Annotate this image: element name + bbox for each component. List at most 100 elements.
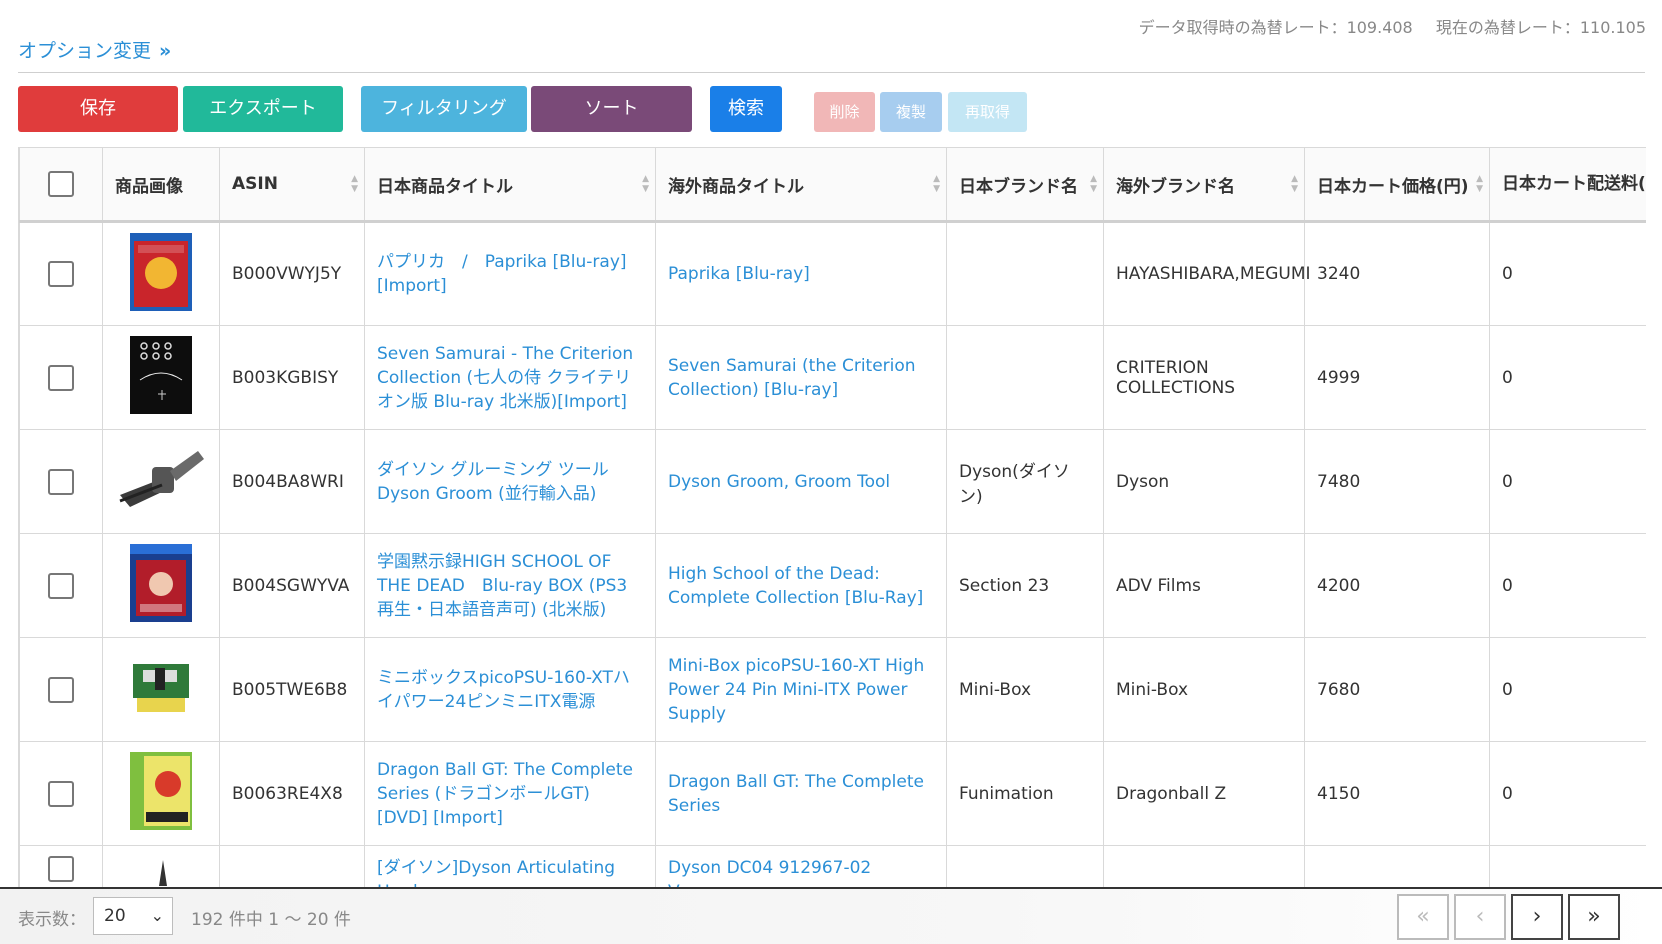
table-row: B005TWE6B8 ミニボックスpicoPSU-160-XTハイパワー24ピンミ… (19, 637, 1646, 742)
col-asin-header[interactable]: ASIN ▲ ▼ (219, 147, 365, 223)
picopsu-board-icon[interactable] (131, 658, 191, 721)
product-table-container[interactable]: 商品画像 ASIN ▲ ▼ 日本商品タイトル ▲ ▼ 海外商品タイトル ▲ ▼ 日本ブランド… (18, 147, 1646, 887)
prev-page-button[interactable]: ‹ (1454, 894, 1506, 940)
duplicate-button[interactable]: 複製 (880, 92, 942, 132)
row-select-cell (19, 741, 103, 846)
dyson-tool-icon[interactable] (141, 856, 181, 887)
product-image-cell (102, 429, 220, 534)
col-jp-price-label: 日本カート価格(円) (1317, 176, 1469, 197)
asin-cell: B005TWE6B8 (219, 637, 365, 742)
jp-brand-cell (946, 325, 1104, 430)
foreign-title-link[interactable]: Mini-Box picoPSU-160-XT High Power 24 Pi… (655, 637, 947, 742)
foreign-brand-cell: Mini-Box (1103, 637, 1305, 742)
sort-button[interactable]: ソート (531, 86, 692, 132)
result-count: 192 件中 1 〜 20 件 (191, 910, 351, 930)
table-header-row: 商品画像 ASIN ▲ ▼ 日本商品タイトル ▲ ▼ 海外商品タイトル ▲ ▼ 日本ブランド… (19, 147, 1646, 223)
row-select-cell (19, 429, 103, 534)
jp-title-link[interactable]: [ダイソン]Dyson Articulating Hard (364, 845, 656, 887)
sort-arrows-icon[interactable]: ▲ ▼ (1476, 174, 1483, 194)
sort-arrows-icon[interactable]: ▲ ▼ (1291, 174, 1298, 194)
asin-cell: B003KGBISY (219, 325, 365, 430)
sort-arrows-icon[interactable]: ▲ ▼ (933, 174, 940, 194)
row-select-cell (19, 221, 103, 326)
filter-button[interactable]: フィルタリング (361, 86, 527, 132)
refetch-button[interactable]: 再取得 (948, 92, 1027, 132)
foreign-brand-cell: ADV Films (1103, 533, 1305, 638)
col-jp-title-header[interactable]: 日本商品タイトル ▲ ▼ (364, 147, 656, 223)
dyson-groom-tool-icon[interactable] (116, 445, 206, 518)
sort-arrows-icon[interactable]: ▲ ▼ (642, 174, 649, 194)
row-checkbox[interactable] (48, 364, 74, 391)
foreign-title-link[interactable]: Seven Samurai (the Criterion Collection)… (655, 325, 947, 430)
last-page-button[interactable]: » (1568, 894, 1620, 940)
col-jp-brand-header[interactable]: 日本ブランド名 ▲ ▼ (946, 147, 1104, 223)
product-image-cell (102, 637, 220, 742)
jp-title-link[interactable]: Dragon Ball GT: The Complete Series (ドラゴ… (364, 741, 656, 846)
jp-brand-cell: Dyson(ダイソン) (946, 429, 1104, 534)
col-foreign-title-header[interactable]: 海外商品タイトル ▲ ▼ (655, 147, 947, 223)
jp-title-link[interactable]: パプリカ / Paprika [Blu-ray] [Import] (364, 221, 656, 326)
search-button[interactable]: 検索 (710, 86, 782, 132)
jp-title-link[interactable]: ミニボックスpicoPSU-160-XTハイパワー24ピンミニITX電源 (364, 637, 656, 742)
jp-title-link[interactable]: 学園黙示録HIGH SCHOOL OF THE DEAD Blu-ray BOX… (364, 533, 656, 638)
sort-arrows-icon[interactable]: ▲ ▼ (1090, 174, 1097, 194)
col-foreign-brand-label: 海外ブランド名 (1116, 176, 1235, 197)
col-jp-price-header[interactable]: 日本カート価格(円) ▲ ▼ (1304, 147, 1490, 223)
row-select-cell (19, 845, 103, 887)
row-checkbox[interactable] (48, 261, 74, 287)
product-image-cell (102, 845, 220, 887)
jp-price-cell: 4999 (1304, 325, 1490, 430)
next-page-button[interactable]: › (1511, 894, 1563, 940)
table-row: B004BA8WRI ダイソン グルーミング ツール Dyson Groom (並… (19, 429, 1646, 534)
asin-cell: B000VWYJ5Y (219, 221, 365, 326)
col-foreign-brand-header[interactable]: 海外ブランド名 ▲ ▼ (1103, 147, 1305, 223)
jp-brand-cell (946, 845, 1104, 887)
hsotd-bluray-icon[interactable] (130, 544, 192, 627)
foreign-title-link[interactable]: Dragon Ball GT: The Complete Series (655, 741, 947, 846)
table-body: B000VWYJ5Y パプリカ / Paprika [Blu-ray] [Impo… (19, 221, 1646, 887)
row-checkbox[interactable] (48, 572, 74, 599)
dragonball-gt-dvd-icon[interactable] (130, 752, 192, 835)
options-link[interactable]: オプション変更 » (18, 36, 171, 63)
foreign-title-link[interactable]: Dyson DC04 912967-02 Vacuum (655, 845, 947, 887)
foreign-title-link[interactable]: High School of the Dead: Complete Collec… (655, 533, 947, 638)
jp-title-link[interactable]: Seven Samurai - The Criterion Collection… (364, 325, 656, 430)
jp-title-link[interactable]: ダイソン グルーミング ツール Dyson Groom (並行輸入品) (364, 429, 656, 534)
jp-shipping-cell: 0 (1489, 533, 1646, 638)
jp-shipping-cell: 0 (1489, 429, 1646, 534)
foreign-brand-cell: Dragonball Z (1103, 741, 1305, 846)
col-foreign-title-label: 海外商品タイトル (668, 176, 804, 197)
options-link-label: オプション変更 (18, 40, 152, 62)
foreign-title-link[interactable]: Paprika [Blu-ray] (655, 221, 947, 326)
row-select-cell (19, 533, 103, 638)
paprika-bluray-icon[interactable] (130, 232, 192, 316)
table-row: [ダイソン]Dyson Articulating HardDyson DC04 … (19, 845, 1646, 887)
save-button[interactable]: 保存 (18, 86, 178, 132)
rate-now: 現在の為替レート：110.105 (1435, 18, 1646, 37)
delete-button[interactable]: 削除 (814, 92, 875, 132)
row-select-cell (19, 325, 103, 430)
per-page-select[interactable]: 20 ⌄ (93, 897, 173, 935)
select-all-checkbox[interactable] (48, 171, 74, 197)
header-divider (18, 72, 1645, 73)
sort-arrows-icon[interactable]: ▲ ▼ (351, 174, 358, 194)
col-asin-label: ASIN (232, 174, 278, 194)
pagination-footer: 表示数： 20 ⌄ 192 件中 1 〜 20 件 « ‹ › » (0, 887, 1662, 944)
foreign-title-link[interactable]: Dyson Groom, Groom Tool (655, 429, 947, 534)
foreign-brand-cell (1103, 845, 1305, 887)
first-page-button[interactable]: « (1397, 894, 1449, 940)
foreign-brand-cell: HAYASHIBARA,MEGUMI (1103, 221, 1311, 326)
product-image-cell (102, 325, 220, 430)
jp-price-cell: 3240 (1304, 221, 1490, 326)
row-checkbox[interactable] (48, 856, 74, 882)
seven-samurai-bluray-icon[interactable] (130, 336, 192, 419)
export-button[interactable]: エクスポート (183, 86, 343, 132)
row-checkbox[interactable] (48, 676, 74, 703)
col-jp-shipping-header[interactable]: 日本カート配送料(円) (1489, 147, 1646, 223)
jp-shipping-cell: 0 (1489, 637, 1646, 742)
row-checkbox[interactable] (48, 468, 74, 495)
row-checkbox[interactable] (48, 780, 74, 807)
jp-brand-cell (946, 221, 1104, 326)
exchange-rate-info: データ取得時の為替レート：109.408 現在の為替レート：110.105 (1121, 14, 1646, 38)
jp-price-cell: 7480 (1304, 429, 1490, 534)
